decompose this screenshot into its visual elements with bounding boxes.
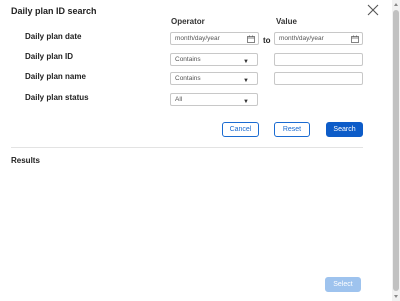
chevron-down-icon: ▼ <box>243 59 249 65</box>
section-divider <box>11 147 363 148</box>
scrollbar-thumb[interactable] <box>393 10 399 291</box>
chevron-down-icon: ▼ <box>243 99 249 105</box>
calendar-icon[interactable] <box>247 35 255 43</box>
chevron-down-icon: ▼ <box>243 78 249 84</box>
id-operator-select[interactable]: Contains ▼ <box>170 53 258 66</box>
scroll-down-arrow-icon[interactable] <box>392 293 400 301</box>
dialog-title: Daily plan ID search <box>11 6 97 16</box>
id-value-input[interactable] <box>274 53 363 66</box>
id-operator-value: Contains <box>175 56 201 63</box>
date-from-input[interactable]: month/day/year <box>170 32 259 45</box>
date-from-placeholder: month/day/year <box>175 35 220 42</box>
calendar-icon[interactable] <box>351 35 359 43</box>
reset-button[interactable]: Reset <box>274 122 310 137</box>
name-operator-select[interactable]: Contains ▼ <box>170 72 258 85</box>
name-value-input[interactable] <box>274 72 363 85</box>
daily-plan-date-label: Daily plan date <box>25 32 82 41</box>
daily-plan-name-label: Daily plan name <box>25 72 86 81</box>
value-column-header: Value <box>276 17 297 26</box>
daily-plan-status-label: Daily plan status <box>25 93 89 102</box>
cancel-button[interactable]: Cancel <box>222 122 259 137</box>
daily-plan-search-dialog: Daily plan ID search Operator Value Dail… <box>0 0 392 301</box>
date-to-placeholder: month/day/year <box>279 35 324 42</box>
status-operator-select[interactable]: All ▼ <box>170 93 258 106</box>
select-button[interactable]: Select <box>325 277 361 292</box>
vertical-scrollbar[interactable] <box>392 0 400 301</box>
scroll-up-arrow-icon[interactable] <box>392 0 400 8</box>
close-icon[interactable] <box>367 4 381 18</box>
results-heading: Results <box>11 156 40 165</box>
date-range-to-label: to <box>263 36 271 45</box>
search-button[interactable]: Search <box>326 122 363 137</box>
status-operator-value: All <box>175 96 183 103</box>
name-operator-value: Contains <box>175 75 201 82</box>
operator-column-header: Operator <box>171 17 205 26</box>
daily-plan-id-label: Daily plan ID <box>25 52 74 61</box>
date-to-input[interactable]: month/day/year <box>274 32 363 45</box>
